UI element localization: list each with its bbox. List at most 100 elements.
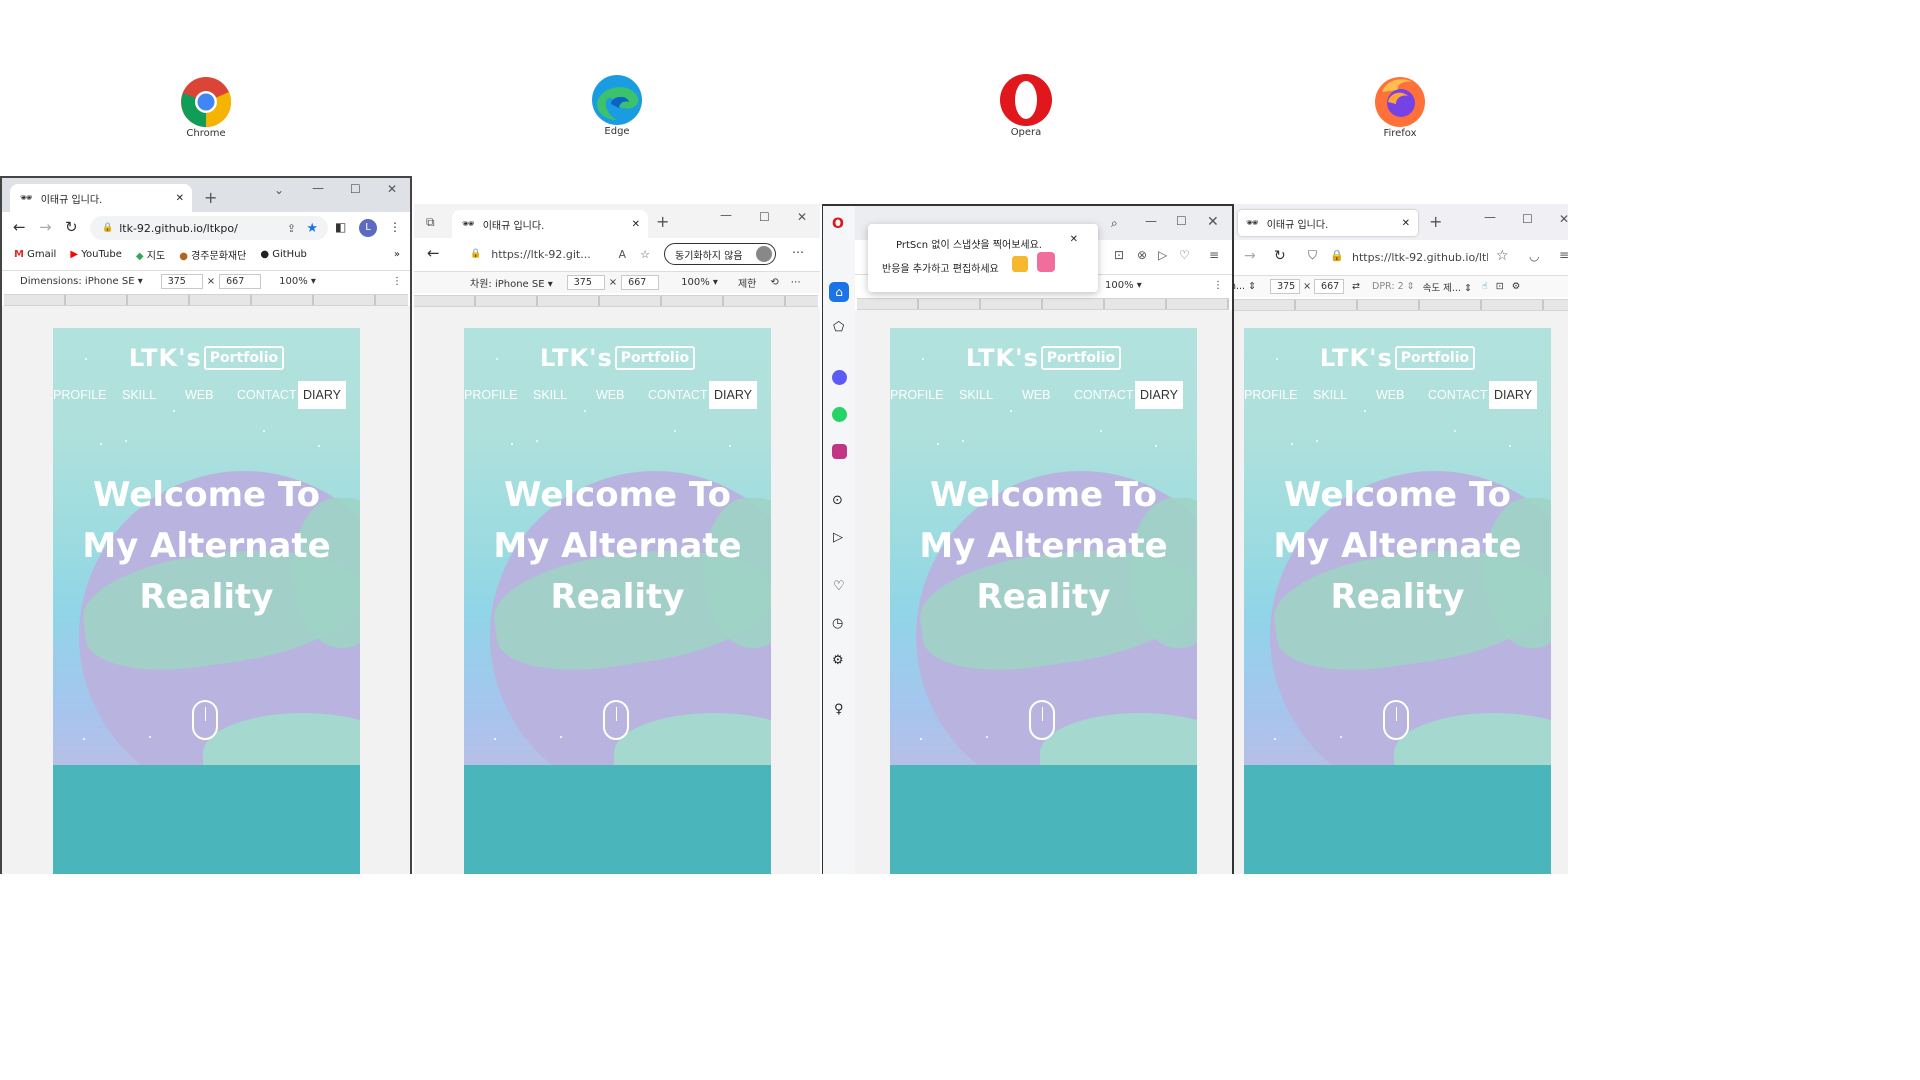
home-icon[interactable]: ⌂ (829, 282, 849, 302)
height-input[interactable]: 667 (1314, 279, 1345, 294)
forward-button[interactable]: → (39, 218, 52, 236)
scroll-mouse-icon[interactable] (192, 700, 218, 740)
my-flow-heart-icon[interactable]: ♡ (1179, 248, 1190, 262)
address-bar[interactable]: 🔒 https://ltk-92.git... A ☆ (460, 242, 656, 266)
flow-send-icon[interactable]: ▷ (1158, 248, 1167, 262)
new-tab-button[interactable]: + (1429, 212, 1442, 231)
close-button[interactable]: ✕ (1207, 214, 1219, 230)
easy-setup-icon[interactable]: ≡ (1209, 248, 1219, 262)
nav-diary[interactable]: DIARY (1135, 381, 1183, 409)
reload-button[interactable]: ↻ (1274, 248, 1286, 264)
close-button[interactable]: ✕ (387, 182, 397, 196)
side-panel-icon[interactable]: ◧ (335, 220, 346, 234)
minimize-button[interactable]: — (720, 208, 732, 222)
scroll-mouse-icon[interactable] (1029, 700, 1055, 740)
bookmark-gyeongju[interactable]: ● 경주문화재단 (179, 247, 246, 262)
nav-contact[interactable]: CONTACT (648, 388, 708, 402)
minimize-button[interactable]: — (1484, 210, 1496, 224)
adblock-icon[interactable]: ⊗ (1137, 248, 1147, 262)
nav-profile[interactable]: PROFILE (464, 388, 518, 402)
snapshot-icon[interactable]: ⊡ (1114, 248, 1124, 262)
nav-profile[interactable]: PROFILE (890, 388, 944, 402)
flow-icon[interactable]: ▷ (833, 530, 843, 545)
menu-icon[interactable]: ≡ (1559, 248, 1568, 262)
nav-diary[interactable]: DIARY (298, 381, 346, 409)
tab-search-icon[interactable]: ⌄ (274, 183, 284, 197)
url-text[interactable]: https://ltk-92.github.io/ltkp (1352, 251, 1488, 264)
share-icon[interactable]: ⇪ (287, 222, 296, 235)
tab-actions-icon[interactable]: ⧉ (426, 215, 435, 230)
scroll-mouse-icon[interactable] (603, 700, 629, 740)
nav-diary[interactable]: DIARY (1489, 381, 1537, 409)
zoom-select[interactable]: 100% ▾ (681, 277, 718, 288)
bookmarks-overflow-icon[interactable]: » (394, 249, 400, 260)
nav-contact[interactable]: CONTACT (237, 388, 297, 402)
bookmark-github[interactable]: ● GitHub (260, 249, 307, 260)
messenger-icon[interactable] (832, 370, 847, 385)
nav-diary[interactable]: DIARY (709, 381, 757, 409)
tips-icon[interactable]: ♀ (834, 702, 844, 717)
tracking-shield-icon[interactable]: ⛉ (1308, 248, 1317, 263)
device-menu-icon[interactable]: ⋮ (1213, 280, 1223, 291)
search-tabs-icon[interactable]: ⌕ (1111, 216, 1118, 231)
tab-close-icon[interactable]: ✕ (632, 219, 640, 230)
zoom-select[interactable]: 100% ▾ (1105, 280, 1142, 291)
minimize-button[interactable]: — (1145, 214, 1157, 228)
edge-tab[interactable]: 🕶 이태규 입니다. ✕ (452, 210, 648, 238)
nav-skill[interactable]: SKILL (533, 388, 567, 402)
throttle-select[interactable]: 속도 제... ⇕ (1423, 280, 1472, 294)
nav-web[interactable]: WEB (1376, 388, 1404, 402)
throttle-select[interactable]: 제한 (738, 275, 756, 290)
settings-icon[interactable]: ⚙ (1512, 281, 1521, 292)
bookmark-gmail[interactable]: M Gmail (14, 249, 56, 260)
maximize-button[interactable]: ☐ (1176, 214, 1187, 228)
maximize-button[interactable]: ☐ (759, 210, 770, 224)
device-menu-icon[interactable]: ⋮ (392, 276, 402, 287)
rotate-icon[interactable]: ⟲ (770, 277, 778, 288)
screenshot-icon[interactable]: ⊡ (1496, 281, 1504, 292)
forward-button[interactable]: → (1244, 248, 1256, 264)
opera-menu-icon[interactable]: O (832, 216, 844, 232)
speed-dial-icon[interactable]: ⬠ (833, 320, 844, 335)
nav-web[interactable]: WEB (185, 388, 213, 402)
nav-skill[interactable]: SKILL (959, 388, 993, 402)
touch-icon[interactable]: ☝ (1482, 281, 1488, 292)
width-input[interactable]: 375 (566, 275, 605, 290)
more-icon[interactable]: ⋯ (792, 245, 804, 259)
menu-icon[interactable]: ⋮ (389, 220, 401, 234)
bookmark-star-icon[interactable]: ☆ (1496, 248, 1509, 264)
bookmark-star-icon[interactable]: ★ (306, 221, 318, 236)
close-button[interactable]: ✕ (1559, 212, 1568, 226)
bookmark-maps[interactable]: ◆ 지도 (136, 247, 165, 262)
new-tab-button[interactable]: + (656, 212, 669, 231)
height-input[interactable]: 667 (219, 274, 262, 289)
nav-skill[interactable]: SKILL (122, 388, 156, 402)
width-input[interactable]: 375 (1270, 279, 1301, 294)
address-bar[interactable]: 🔒 ltk-92.github.io/ltkpo/ ⇪ ★ (90, 216, 328, 240)
new-tab-button[interactable]: + (204, 188, 217, 207)
close-button[interactable]: ✕ (797, 210, 807, 224)
nav-profile[interactable]: PROFILE (53, 388, 107, 402)
lock-icon[interactable]: 🔒 (1330, 249, 1344, 262)
site-logo[interactable]: LTK's Portfolio (53, 344, 360, 372)
nav-skill[interactable]: SKILL (1313, 388, 1347, 402)
player-icon[interactable]: ⊙ (832, 493, 843, 508)
instagram-icon[interactable] (832, 444, 847, 459)
nav-contact[interactable]: CONTACT (1428, 388, 1488, 402)
dpr-select[interactable]: DPR: 2 ⇕ (1372, 281, 1415, 292)
device-select[interactable]: 차원: iPhone SE ▾ (470, 275, 553, 290)
avatar[interactable]: L (359, 219, 377, 237)
minimize-button[interactable]: — (312, 181, 324, 195)
site-logo[interactable]: LTK's Portfolio (1244, 344, 1551, 372)
back-button[interactable]: ← (13, 218, 26, 236)
pocket-icon[interactable]: ◡ (1529, 249, 1539, 263)
nav-web[interactable]: WEB (596, 388, 624, 402)
rotate-icon[interactable]: ⇄ (1352, 281, 1360, 292)
width-input[interactable]: 375 (160, 274, 203, 289)
site-logo[interactable]: LTK's Portfolio (464, 344, 771, 372)
zoom-select[interactable]: 100% ▾ (279, 276, 316, 287)
back-button[interactable]: ← (427, 244, 440, 262)
site-logo[interactable]: LTK's Portfolio (890, 344, 1197, 372)
sync-button[interactable]: 동기화하지 않음 (664, 243, 776, 265)
nav-contact[interactable]: CONTACT (1074, 388, 1134, 402)
